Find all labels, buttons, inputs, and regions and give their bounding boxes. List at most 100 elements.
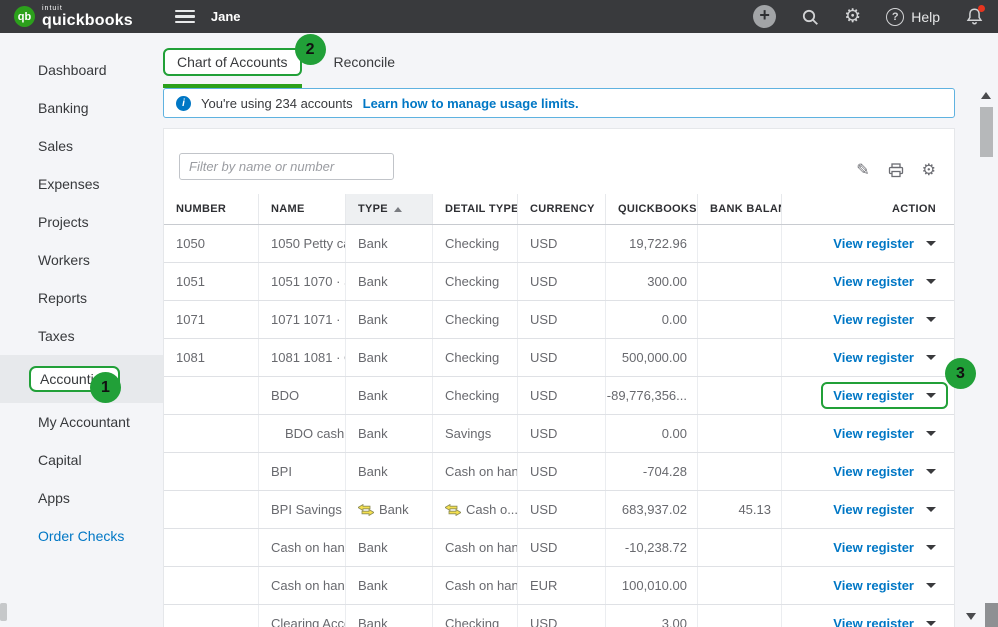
action-dropdown-caret-icon[interactable]: [926, 279, 936, 284]
cell-name: BPI Savings 2: [259, 491, 346, 528]
cell-name: 1071 1071 · Mo: [259, 301, 346, 338]
printer-icon[interactable]: [888, 162, 904, 178]
hamburger-menu-icon[interactable]: [174, 7, 195, 27]
sidebar-item-order-checks[interactable]: Order Checks: [0, 517, 163, 555]
sidebar-item-workers[interactable]: Workers: [0, 241, 163, 279]
action-dropdown-caret-icon[interactable]: [926, 317, 936, 322]
vertical-scrollbar[interactable]: [979, 88, 993, 627]
table-row: BPI Savings 2 Bank Cash o... USD 683,937…: [164, 491, 954, 529]
cell-type: Bank: [346, 225, 433, 262]
view-register-link[interactable]: View register: [833, 312, 914, 327]
cell-type: Bank: [346, 377, 433, 414]
action-dropdown-caret-icon[interactable]: [926, 241, 936, 246]
cell-action: View register: [782, 529, 954, 566]
cell-quickbooks-balance: 683,937.02: [606, 491, 698, 528]
view-register-link[interactable]: View register: [833, 426, 914, 441]
cell-name: BDO: [259, 377, 346, 414]
view-register-link[interactable]: View register: [833, 236, 914, 251]
view-register-link[interactable]: View register: [833, 540, 914, 555]
table-row: Clearing Accou Bank Checking USD 3.00: [164, 605, 954, 627]
gear-icon[interactable]: ⚙: [844, 5, 861, 28]
sidebar-item-apps[interactable]: Apps: [0, 479, 163, 517]
sidebar-item-accounting[interactable]: Accounting 1: [0, 355, 163, 403]
usage-limit-banner: i You're using 234 accounts Learn how to…: [163, 88, 955, 118]
quickbooks-logo[interactable]: qb intuit quickbooks: [14, 5, 133, 29]
sidebar-item-projects[interactable]: Projects: [0, 203, 163, 241]
cell-currency: USD: [518, 225, 606, 262]
col-header-bank-balance[interactable]: BANK BALANCE: [698, 194, 782, 224]
sidebar-item-dashboard[interactable]: Dashboard: [0, 51, 163, 89]
accounts-table: NUMBER NAME TYPE DETAIL TYPE CURRENCY QU…: [164, 194, 976, 627]
cell-name: BPI: [259, 453, 346, 490]
usage-limits-link[interactable]: Learn how to manage usage limits.: [363, 96, 579, 111]
action-dropdown-caret-icon[interactable]: [926, 469, 936, 474]
col-header-number[interactable]: NUMBER: [164, 194, 259, 224]
col-header-currency[interactable]: CURRENCY: [518, 194, 606, 224]
cell-bank-balance: 45.13: [698, 491, 782, 528]
table-row: 1071 1071 1071 · Mo Bank Checking USD 0.…: [164, 301, 954, 339]
sidebar-item-expenses[interactable]: Expenses: [0, 165, 163, 203]
sort-ascending-icon: [393, 206, 402, 212]
cell-name: Clearing Accou: [259, 605, 346, 627]
view-register-link[interactable]: View register: [833, 350, 914, 365]
cell-quickbooks-balance: 0.00: [606, 415, 698, 452]
view-register-link[interactable]: View register: [833, 502, 914, 517]
scroll-up-arrow-icon[interactable]: [981, 92, 991, 99]
tab-reconcile[interactable]: Reconcile: [334, 54, 395, 70]
notifications-bell-icon[interactable]: [965, 5, 985, 26]
col-header-quickbooks-balance[interactable]: QUICKBOOKS B: [606, 194, 698, 224]
cell-bank-balance: [698, 567, 782, 604]
cell-detail-type: Savings: [433, 415, 518, 452]
sidebar-item-my-accountant[interactable]: My Accountant: [0, 403, 163, 441]
scroll-down-arrow-icon[interactable]: [966, 613, 976, 620]
view-register-link[interactable]: View register: [833, 388, 914, 403]
view-register-link[interactable]: View register: [833, 616, 914, 627]
action-dropdown-caret-icon[interactable]: [926, 393, 936, 398]
sidebar-item-taxes[interactable]: Taxes: [0, 317, 163, 355]
cell-number: [164, 529, 259, 566]
cell-currency: USD: [518, 453, 606, 490]
sidebar-item-capital[interactable]: Capital: [0, 441, 163, 479]
cell-name: 1050 Petty cash: [259, 225, 346, 262]
cell-currency: USD: [518, 605, 606, 627]
table-header-row: NUMBER NAME TYPE DETAIL TYPE CURRENCY QU…: [164, 194, 954, 225]
info-icon: i: [176, 95, 191, 111]
view-register-link[interactable]: View register: [833, 464, 914, 479]
cell-currency: USD: [518, 377, 606, 414]
sidebar-item-reports[interactable]: Reports: [0, 279, 163, 317]
action-dropdown-caret-icon[interactable]: [926, 355, 936, 360]
table-body: 1050 1050 Petty cash Bank Checking USD 1…: [164, 225, 976, 627]
cell-number: 1081: [164, 339, 259, 376]
action-dropdown-caret-icon[interactable]: [926, 621, 936, 626]
scrollbar-thumb[interactable]: [979, 107, 993, 157]
cell-quickbooks-balance: -10,238.72: [606, 529, 698, 566]
sidebar-item-banking[interactable]: Banking: [0, 89, 163, 127]
col-header-type[interactable]: TYPE: [346, 194, 433, 224]
cell-type: Bank: [346, 453, 433, 490]
action-dropdown-caret-icon[interactable]: [926, 583, 936, 588]
tab-chart-of-accounts[interactable]: Chart of Accounts 2: [163, 34, 326, 88]
cell-name: BDO cash ca: [259, 415, 346, 452]
tabs-bar: Chart of Accounts 2 Reconcile: [163, 33, 955, 88]
edit-pencil-icon[interactable]: ✎: [856, 160, 869, 180]
cell-currency: USD: [518, 415, 606, 452]
table-row: 1051 1051 1070 · Sav Bank Checking USD 3…: [164, 263, 954, 301]
help-button[interactable]: ? Help: [886, 7, 940, 26]
action-dropdown-caret-icon[interactable]: [926, 545, 936, 550]
action-dropdown-caret-icon[interactable]: [926, 431, 936, 436]
horizontal-scroll-fragment[interactable]: [0, 603, 7, 621]
col-header-name[interactable]: NAME: [259, 194, 346, 224]
cell-number: [164, 377, 259, 414]
table-settings-gear-icon[interactable]: ⚙: [922, 160, 936, 180]
cell-type: Bank: [346, 263, 433, 300]
view-register-link[interactable]: View register: [833, 578, 914, 593]
table-row: Cash on hand n Bank Cash on hand EUR 100…: [164, 567, 954, 605]
search-icon[interactable]: [801, 8, 819, 26]
action-dropdown-caret-icon[interactable]: [926, 507, 936, 512]
sidebar-item-sales[interactable]: Sales: [0, 127, 163, 165]
create-plus-icon[interactable]: +: [753, 5, 777, 28]
cell-currency: USD: [518, 301, 606, 338]
col-header-detail-type[interactable]: DETAIL TYPE: [433, 194, 518, 224]
filter-input[interactable]: [179, 153, 394, 180]
view-register-link[interactable]: View register: [833, 274, 914, 289]
